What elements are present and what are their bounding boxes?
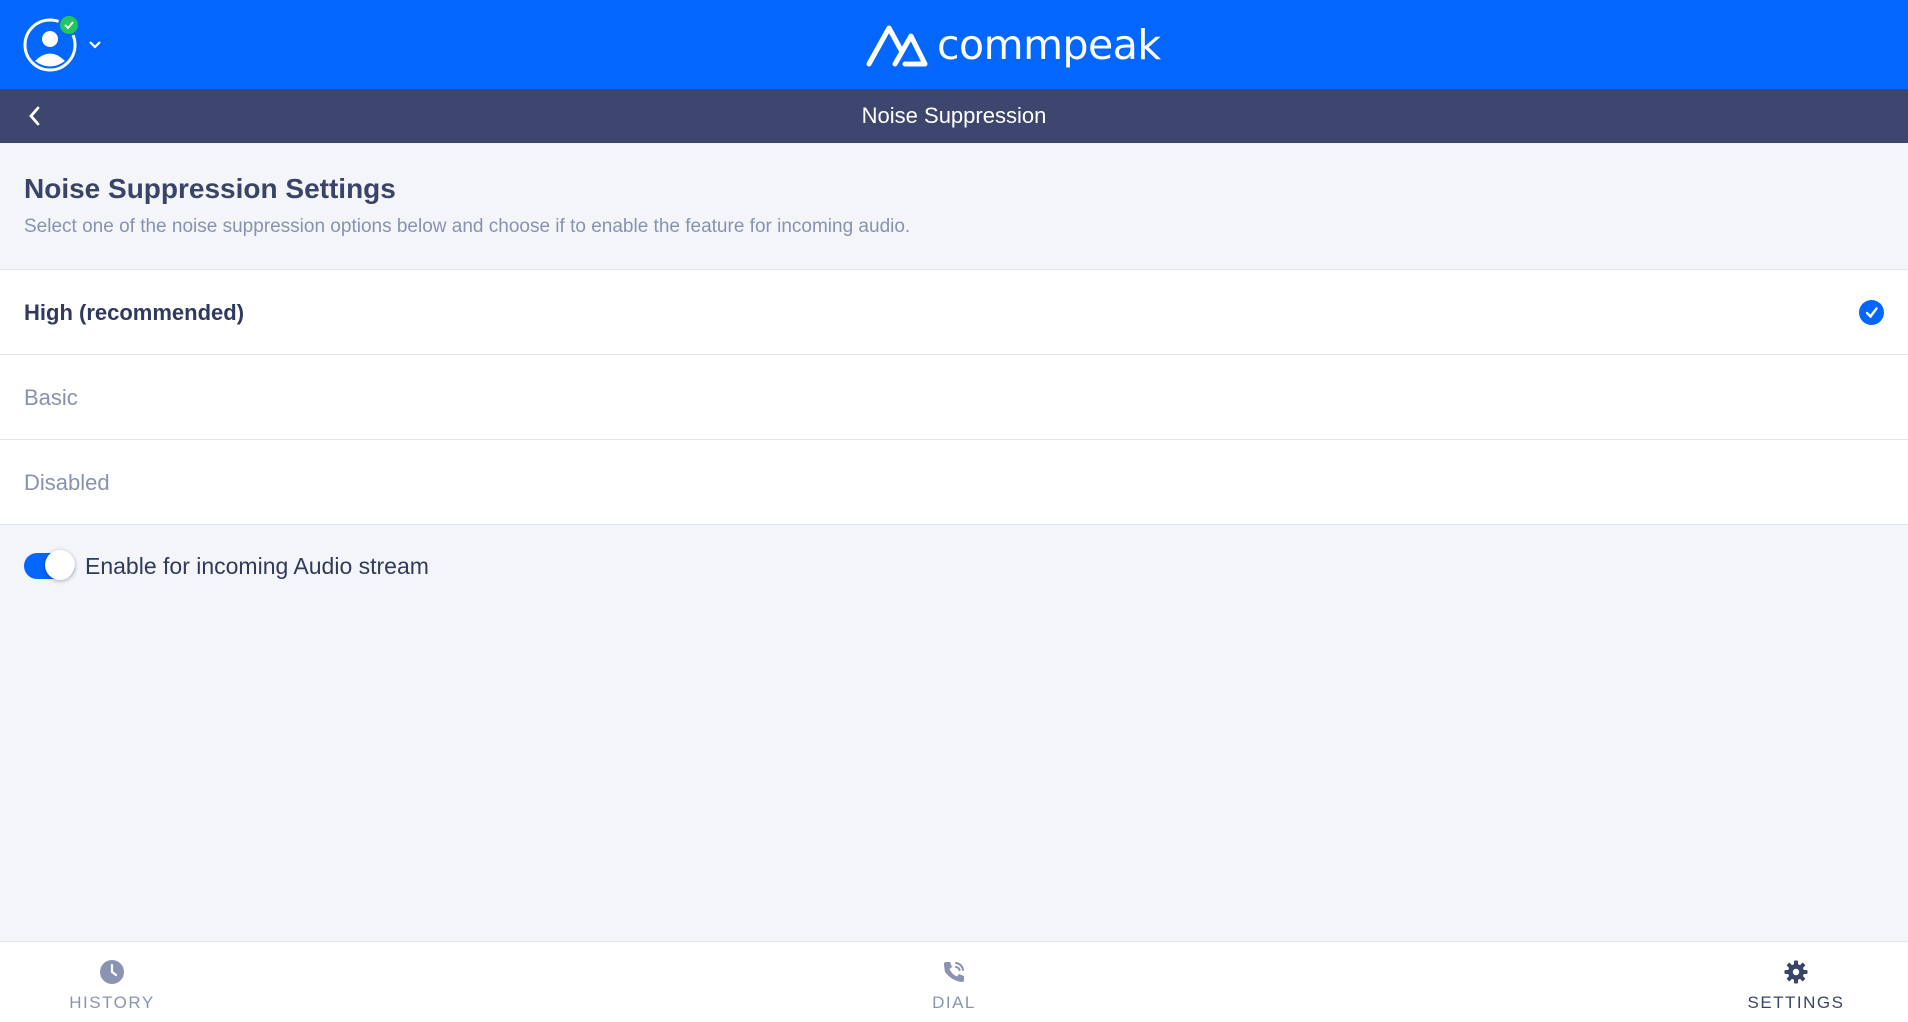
brand-name: commpeak [937,21,1161,69]
incoming-audio-toggle[interactable] [24,550,75,580]
online-status-icon [58,14,80,36]
settings-header: Noise Suppression Settings Select one of… [0,143,1908,270]
option-label: Disabled [24,470,110,495]
nav-label: DIAL [932,993,976,1012]
nav-history[interactable]: HISTORY [22,942,202,1022]
chevron-down-icon[interactable] [87,36,103,52]
nav-label: SETTINGS [1747,993,1845,1012]
nav-label: HISTORY [69,993,155,1012]
option-high[interactable]: High (recommended) [0,270,1908,355]
clock-icon [99,959,125,985]
option-label: High (recommended) [24,300,245,325]
section-description: Select one of the noise suppression opti… [24,216,911,237]
gear-icon [1783,959,1809,985]
title-bar: Noise Suppression [0,89,1908,143]
checkmark-icon [1859,300,1884,325]
section-title: Noise Suppression Settings [24,173,396,204]
phone-icon [941,959,967,985]
option-label: Basic [24,385,78,410]
user-avatar-button[interactable] [22,14,80,72]
commpeak-logo-icon [866,25,928,67]
back-button[interactable] [20,101,50,131]
toggle-label: Enable for incoming Audio stream [85,552,429,579]
nav-settings[interactable]: SETTINGS [1706,942,1886,1022]
brand-logo: commpeak [865,18,1161,72]
chevron-left-icon [29,106,40,126]
bottom-navigation: HISTORY DIAL SETTINGS [0,941,1908,1022]
nav-dial[interactable]: DIAL [864,942,1044,1022]
incoming-audio-toggle-row: Enable for incoming Audio stream [24,549,429,583]
option-basic[interactable]: Basic [0,355,1908,440]
toggle-knob [45,550,75,580]
option-disabled[interactable]: Disabled [0,440,1908,525]
page-title: Noise Suppression [861,103,1047,128]
top-bar: commpeak [0,0,1908,89]
